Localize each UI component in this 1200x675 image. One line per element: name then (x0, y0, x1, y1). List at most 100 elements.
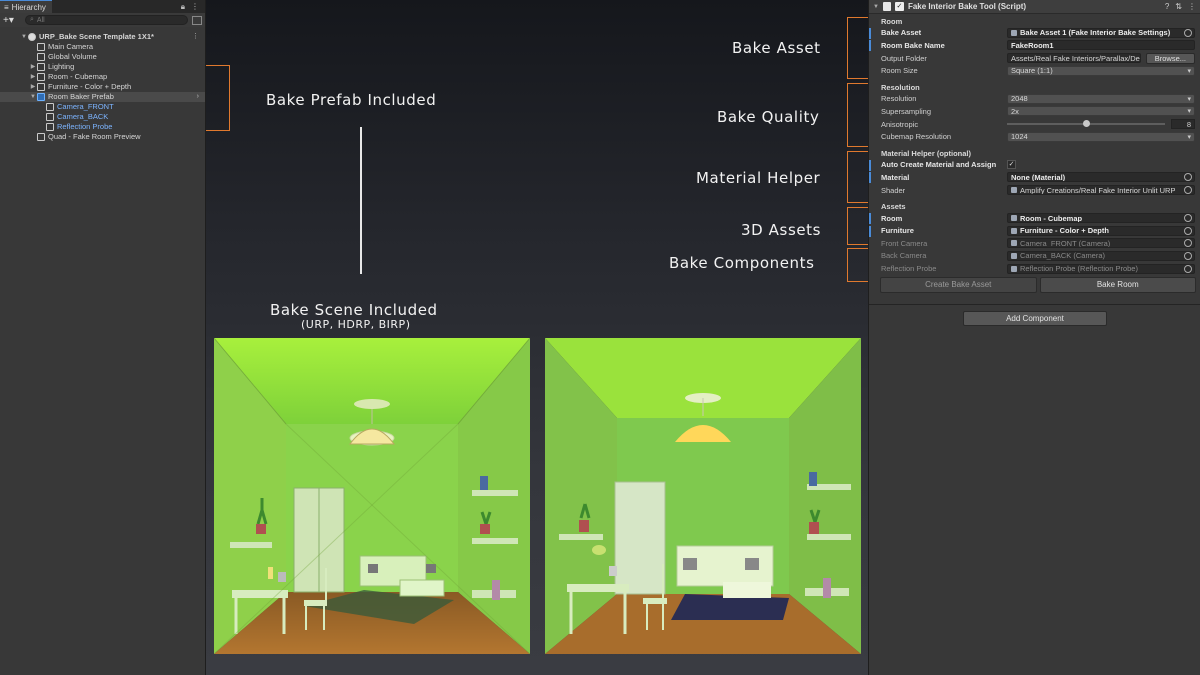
supersampling-dropdown[interactable]: 2x (1007, 106, 1195, 117)
search-input[interactable]: ⌕ All (25, 15, 188, 25)
object-picker-icon[interactable] (1184, 186, 1192, 195)
object-picker-icon[interactable] (1184, 214, 1192, 223)
material-field[interactable]: None (Material) (1007, 172, 1195, 183)
hierarchy-row[interactable]: ▼ Room Baker Prefab › (0, 92, 205, 102)
create-dropdown-button[interactable]: +▾ (3, 15, 21, 26)
tab-hierarchy[interactable]: ≡ Hierarchy (0, 0, 52, 13)
script-icon (882, 2, 891, 11)
tab-tools: 🔒︎ ⋮ (181, 2, 205, 12)
component-tools: ? ⇅ ⋮ (1165, 2, 1196, 11)
anisotropic-value[interactable]: 8 (1171, 119, 1195, 130)
kebab-menu-icon[interactable]: ⋮ (1188, 2, 1196, 11)
output-folder-label: Output Folder (881, 53, 927, 63)
hierarchy-tabbar: ≡ Hierarchy 🔒︎ ⋮ (0, 0, 205, 13)
supersampling-label: Supersampling (881, 106, 932, 116)
help-icon[interactable]: ? (1165, 2, 1169, 11)
hierarchy-row[interactable]: Camera_FRONT (0, 102, 205, 112)
prefab-icon (37, 93, 45, 101)
kebab-menu-icon[interactable]: ⋮ (192, 32, 199, 42)
kebab-menu-icon[interactable]: ⋮ (191, 2, 199, 12)
collapse-arrow-icon[interactable]: ▶ (29, 62, 37, 72)
object-picker-icon[interactable] (1184, 264, 1192, 273)
callout-material-helper: Material Helper (696, 169, 821, 187)
override-indicator (869, 172, 871, 184)
bake-room-button[interactable]: Bake Room (1039, 276, 1196, 293)
component-header[interactable]: ▼ ✓ Fake Interior Bake Tool (Script) ? ⇅… (869, 0, 1200, 14)
browse-button[interactable]: Browse... (1145, 52, 1195, 64)
furniture-label: Furniture (881, 226, 914, 236)
object-picker-icon[interactable] (1184, 226, 1192, 235)
bake-asset-row: Bake Asset Bake Asset 1 (Fake Interior B… (869, 27, 1200, 40)
shader-field[interactable]: Amplify Creations/Real Fake Interior Unl… (1007, 185, 1195, 196)
preset-icon[interactable]: ⇅ (1175, 2, 1182, 11)
bake-asset-field[interactable]: Bake Asset 1 (Fake Interior Bake Setting… (1007, 27, 1195, 38)
component-enabled-checkbox[interactable]: ✓ (894, 2, 904, 11)
back-camera-label: Back Camera (881, 251, 927, 261)
lock-icon[interactable]: 🔒︎ (181, 2, 185, 12)
callout-bake-scene-sub: (URP, HDRP, BIRP) (301, 318, 411, 331)
front-camera-row: Front Camera Camera_FRONT (Camera) (869, 237, 1200, 250)
hierarchy-row[interactable]: Global Volume (0, 52, 205, 62)
hierarchy-row-label: Room - Cubemap (48, 72, 108, 81)
resolution-dropdown[interactable]: 2048 (1007, 93, 1195, 104)
hierarchy-row-label: Global Volume (48, 52, 97, 61)
override-indicator (869, 27, 871, 39)
reflection-probe-field[interactable]: Reflection Probe (Reflection Probe) (1007, 263, 1195, 274)
bake-asset-bracket (847, 17, 868, 79)
scene-visibility-icon[interactable] (192, 15, 202, 25)
foldout-arrow-icon[interactable]: ▼ (873, 4, 879, 10)
anisotropic-slider[interactable]: 8 (1007, 119, 1195, 130)
resolution-row: Resolution 2048 (869, 93, 1200, 106)
expand-arrow-icon[interactable]: ▼ (29, 92, 37, 102)
hierarchy-row-label: Quad - Fake Room Preview (48, 132, 141, 141)
furniture-field[interactable]: Furniture - Color + Depth (1007, 225, 1195, 236)
hierarchy-row[interactable]: Camera_BACK (0, 112, 205, 122)
override-indicator (869, 159, 871, 171)
resolution-value: 2048 (1011, 94, 1028, 104)
auto-create-checkbox[interactable]: ✓ (1007, 160, 1016, 170)
object-picker-icon[interactable] (1184, 28, 1192, 37)
callout-bake-asset: Bake Asset (732, 39, 821, 57)
hierarchy-row[interactable]: Reflection Probe (0, 122, 205, 132)
room-bake-name-field[interactable]: FakeRoom1 (1007, 40, 1195, 51)
hierarchy-row-label: Camera_FRONT (57, 102, 114, 111)
output-folder-field[interactable]: Assets/Real Fake Interiors/Parallax/De (1007, 53, 1141, 64)
object-picker-icon[interactable] (1184, 239, 1192, 248)
slider-track[interactable] (1007, 120, 1165, 128)
hierarchy-panel: ≡ Hierarchy 🔒︎ ⋮ +▾ ⌕ All ▼ URP_Bake Scen… (0, 0, 206, 675)
room-render-baked (545, 338, 861, 654)
collapse-arrow-icon[interactable]: ▶ (29, 72, 37, 82)
hierarchy-row[interactable]: Quad - Fake Room Preview (0, 132, 205, 142)
front-camera-field[interactable]: Camera_FRONT (Camera) (1007, 238, 1195, 249)
create-bake-asset-button[interactable]: Create Bake Asset (880, 276, 1037, 293)
front-camera-value: Camera_FRONT (Camera) (1020, 238, 1111, 248)
room-label: Room (881, 213, 903, 223)
hierarchy-row[interactable]: ▼ URP_Bake Scene Template 1X1* ⋮ (0, 32, 205, 42)
gameobject-icon (37, 43, 45, 51)
chevron-right-icon[interactable]: › (197, 92, 199, 102)
room-field[interactable]: Room - Cubemap (1007, 213, 1195, 224)
add-component-button[interactable]: Add Component (963, 311, 1107, 326)
object-picker-icon[interactable] (1184, 173, 1192, 182)
collapse-arrow-icon[interactable]: ▶ (29, 82, 37, 92)
cubemap-resolution-value: 1024 (1011, 132, 1028, 142)
hierarchy-row[interactable]: ▶ Lighting (0, 62, 205, 72)
expand-arrow-icon[interactable]: ▼ (20, 32, 28, 42)
room-size-dropdown[interactable]: Square (1:1) (1007, 65, 1195, 76)
cubemap-resolution-dropdown[interactable]: 1024 (1007, 131, 1195, 142)
back-camera-field[interactable]: Camera_BACK (Camera) (1007, 250, 1195, 261)
object-picker-icon[interactable] (1184, 251, 1192, 260)
hierarchy-row[interactable]: ▶ Furniture - Color + Depth (0, 82, 205, 92)
override-indicator (869, 212, 871, 224)
hierarchy-row[interactable]: Main Camera (0, 42, 205, 52)
slider-knob[interactable] (1083, 120, 1090, 128)
gameobject-icon (1011, 227, 1017, 234)
room-bake-name-row: Room Bake Name FakeRoom1 (869, 39, 1200, 52)
room-render-wireframe (214, 338, 530, 654)
inspector-panel: ▼ ✓ Fake Interior Bake Tool (Script) ? ⇅… (868, 0, 1200, 675)
supersampling-row: Supersampling 2x (869, 105, 1200, 118)
hierarchy-row-label: Main Camera (48, 42, 94, 51)
hierarchy-row[interactable]: ▶ Room - Cubemap (0, 72, 205, 82)
gameobject-icon (46, 103, 54, 111)
hierarchy-tree: ▼ URP_Bake Scene Template 1X1* ⋮ Main Camer… (0, 32, 205, 142)
